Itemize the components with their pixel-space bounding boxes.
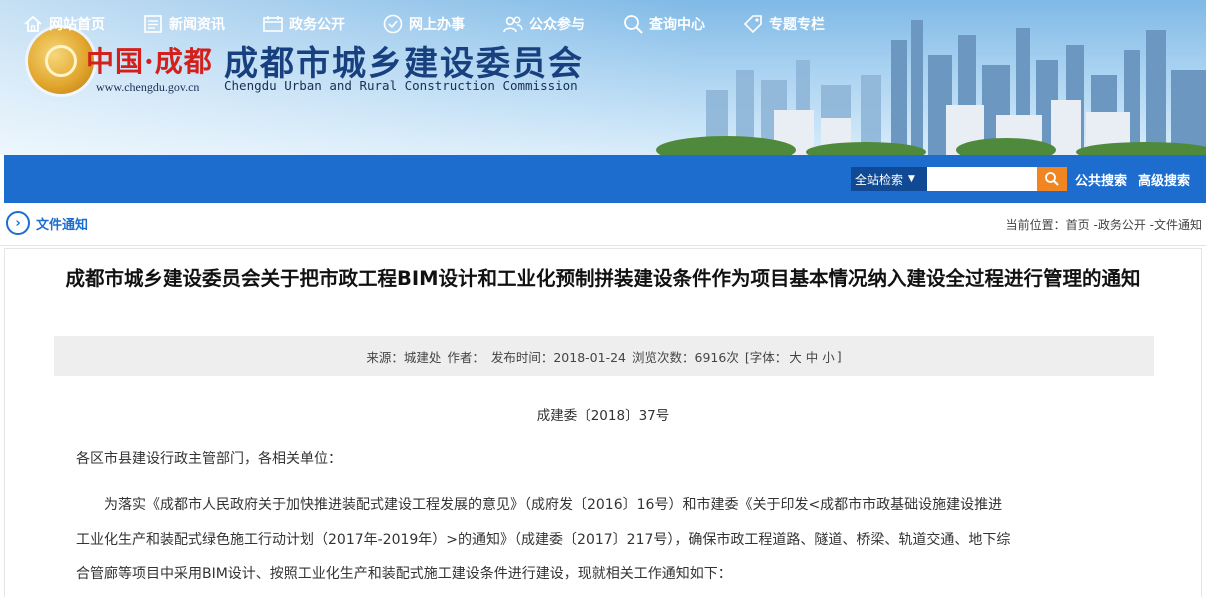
- city-skyline-image: [656, 20, 1206, 155]
- site-url: www.chengdu.gov.cn: [96, 80, 200, 94]
- tag-icon: [742, 13, 764, 35]
- nav-item-online-service[interactable]: 网上办事: [382, 0, 465, 48]
- search-icon: [1045, 172, 1059, 186]
- nav-item-home[interactable]: 网站首页: [22, 0, 105, 48]
- service-icon: [382, 13, 404, 35]
- salutation: 各区市县建设行政主管部门，各相关单位：: [76, 451, 342, 467]
- nav-item-news[interactable]: 新闻资讯: [142, 0, 225, 48]
- people-icon: [502, 13, 524, 35]
- breadcrumb-sep: -: [1145, 218, 1154, 232]
- news-icon: [142, 13, 164, 35]
- article-meta: 来源：城建处 作者： 发布时间：2018-01-24 浏览次数：6916次 [字…: [54, 336, 1154, 376]
- nav-item-label: 公众参与: [529, 17, 585, 33]
- home-icon: [22, 13, 44, 35]
- nav-item-label: 网上办事: [409, 17, 465, 33]
- article-title: 成都市城乡建设委员会关于把市政工程BIM设计和工业化预制拼装建设条件作为项目基本…: [65, 267, 1141, 290]
- breadcrumb-sep: -: [1089, 218, 1098, 232]
- font-size-small-button[interactable]: 小: [822, 347, 835, 366]
- breadcrumb: 当前位置：首页 -政务公开 -文件通知: [1006, 216, 1202, 233]
- document-number: 成建委〔2018〕37号: [536, 408, 670, 424]
- nav-item-label: 专题专栏: [769, 17, 825, 33]
- breadcrumb-gov-affairs[interactable]: 政务公开: [1098, 218, 1146, 232]
- meta-source: 来源：城建处: [366, 349, 442, 365]
- breadcrumb-prefix: 当前位置：: [1005, 218, 1066, 232]
- nav-item-public-participation[interactable]: 公众参与: [502, 0, 585, 48]
- nav-item-label: 新闻资讯: [169, 17, 225, 33]
- paragraph-line: 工业化生产和装配式绿色施工行动计划（2017年-2019年）>的通知》（成建委〔…: [76, 532, 1011, 548]
- meta-publish-time: 发布时间：2018-01-24: [490, 349, 627, 365]
- org-name-en: Chengdu Urban and Rural Construction Com…: [224, 78, 578, 93]
- search-scope-select[interactable]: 全站检索 ▼: [851, 167, 927, 191]
- nav-item-gov-affairs[interactable]: 政务公开: [262, 0, 345, 48]
- search-scope-label: 全站检索: [855, 172, 904, 187]
- font-size-medium-button[interactable]: 中: [806, 347, 819, 366]
- paragraph-line: 为落实《成都市人民政府关于加快推进装配式建设工程发展的意见》（成府发〔2016〕…: [104, 497, 1003, 513]
- font-size-suffix: ]: [836, 348, 842, 364]
- chevron-right-icon: ›: [6, 211, 30, 235]
- font-size-prefix: [字体：: [744, 349, 788, 365]
- chevron-down-icon: ▼: [908, 174, 915, 184]
- breadcrumb-notices[interactable]: 文件通知: [1154, 218, 1202, 232]
- nav-item-special-topics[interactable]: 专题专栏: [742, 0, 825, 48]
- paragraph-line: 合管廊等项目中采用BIM设计、按照工业化生产和装配式施工建设条件进行建设，现就相…: [76, 566, 732, 582]
- search-button[interactable]: [1037, 167, 1067, 191]
- nav-item-label: 政务公开: [289, 17, 345, 33]
- font-size-large-button[interactable]: 大: [789, 347, 802, 366]
- section-title: 文件通知: [36, 218, 89, 233]
- search-icon: [622, 13, 644, 35]
- search-input[interactable]: [927, 167, 1037, 191]
- meta-author: 作者：: [447, 349, 485, 365]
- public-search-link[interactable]: 公共搜索: [1075, 170, 1127, 189]
- nav-item-label: 查询中心: [649, 17, 705, 33]
- breadcrumb-home[interactable]: 首页: [1066, 218, 1090, 232]
- nav-item-label: 网站首页: [49, 17, 105, 33]
- advanced-search-link[interactable]: 高级搜索: [1138, 170, 1190, 189]
- meta-views: 浏览次数：6916次: [632, 349, 739, 365]
- nav-item-query-center[interactable]: 查询中心: [622, 0, 705, 48]
- bulletin-icon: [262, 13, 284, 35]
